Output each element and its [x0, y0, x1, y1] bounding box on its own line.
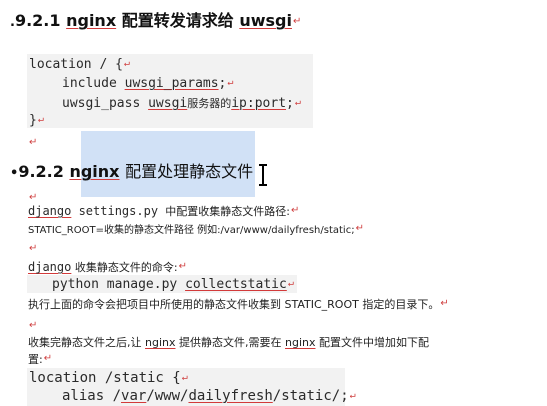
paragraph-mark-icon: ↵ [355, 223, 364, 234]
code-line-4: }↵ [29, 113, 44, 128]
text-cursor-icon [259, 164, 267, 186]
code2-line-1: location /static {↵ [29, 370, 188, 386]
paragraph-mark-icon: ↵ [181, 372, 188, 383]
heading-cn: 配置转发请求给 [121, 11, 234, 30]
heading-term-uwsgi: uwsgi [239, 11, 292, 30]
paragraph-mark-icon: ↵ [291, 205, 300, 216]
paragraph-mark-icon: ↵ [292, 16, 302, 27]
empty-paragraph-mark: ↵ [29, 320, 38, 331]
paragraph-collect-description: 执行上面的命令会把项目中所使用的静态文件收集到 STATIC_ROOT 指定的目… [28, 298, 449, 311]
heading-term-nginx: nginx [69, 162, 120, 181]
paragraph-mark-icon: ↵ [287, 278, 294, 289]
paragraph-nginx-static: 收集完静态文件之后,让 nginx 提供静态文件,需要在 nginx 配置文件中… [28, 336, 429, 349]
code-line-3: uwsgi_pass uwsgi服务器的ip:port;↵ [62, 96, 301, 111]
empty-paragraph-mark: ↵ [29, 243, 38, 254]
code2-line-2: alias /var/www/dailyfresh/static/;↵ [62, 388, 356, 404]
code-line-1: location / {↵ [29, 57, 130, 72]
paragraph-static-root-intro: django settings.py 中配置收集静态文件路径:↵ [28, 204, 300, 218]
section-number: 9.2.2 [18, 162, 64, 181]
paragraph-collect-command-title: django 收集静态文件的命令:↵ [28, 260, 187, 274]
paragraph-static-root-example: STATIC_ROOT=收集的静态文件路径 例如:/var/www/dailyf… [28, 223, 364, 236]
paragraph-mark-icon: ↵ [227, 77, 234, 88]
heading-term-nginx: nginx [66, 11, 117, 30]
section-number: 9.2.1 [14, 11, 61, 30]
paragraph-mark-icon: ↵ [440, 298, 449, 309]
heading-cn: 配置处理静态文件 [125, 162, 254, 181]
empty-paragraph-mark: ↵ [29, 137, 38, 148]
paragraph-mark-icon: ↵ [178, 261, 187, 272]
paragraph-nginx-static-cont: 置:↵ [28, 353, 53, 366]
paragraph-mark-icon: ↵ [294, 97, 301, 108]
code-collectstatic: python manage.py collectstatic↵ [52, 277, 294, 292]
paragraph-mark-icon: ↵ [123, 58, 130, 69]
paragraph-mark-icon: ↵ [37, 114, 44, 125]
code-line-2: include uwsgi_params;↵ [62, 76, 234, 91]
section-heading-922[interactable]: •9.2.2 nginx 配置处理静态文件 [10, 158, 253, 182]
paragraph-mark-icon: ↵ [349, 390, 356, 401]
section-heading-921: .9.2.1 nginx 配置转发请求给 uwsgi↵ [10, 7, 301, 31]
paragraph-mark-icon: ↵ [43, 353, 53, 364]
